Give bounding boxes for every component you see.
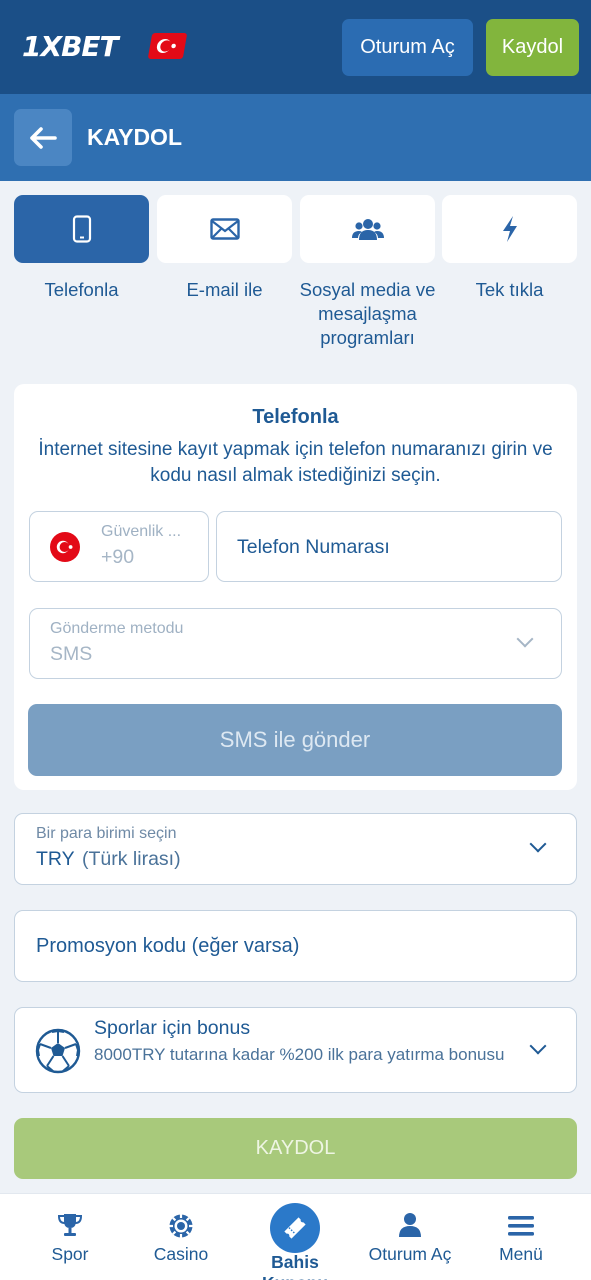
- register-button[interactable]: Kaydol: [486, 19, 579, 76]
- promo-code-placeholder: Promosyon kodu (eğer varsa): [36, 935, 300, 957]
- send-method-value: SMS: [50, 643, 93, 665]
- phone-number-input[interactable]: Telefon Numarası: [216, 511, 562, 582]
- chevron-down-icon: [529, 835, 547, 853]
- top-header: 1XBET Oturum Aç Kaydol: [0, 0, 591, 94]
- nav-label-sports: Spor: [51, 1244, 89, 1264]
- login-button[interactable]: Oturum Aç: [342, 19, 473, 76]
- country-code-value: +90: [101, 546, 135, 568]
- nav-item-login[interactable]: Oturum Aç: [351, 1194, 469, 1280]
- nav-label-bet-slip: Bahis Kuponu: [262, 1252, 328, 1280]
- phone-registration-card: Telefonla İnternet sitesine kayıt yapmak…: [14, 384, 577, 790]
- send-method-select[interactable]: Gönderme metodu SMS: [29, 608, 562, 679]
- nav-label-menu: Menü: [499, 1244, 543, 1264]
- users-icon: [351, 219, 384, 240]
- tab-email-label: E-mail ile: [186, 279, 263, 300]
- card-title: Telefonla: [252, 406, 339, 428]
- page-title: KAYDOL: [87, 124, 182, 150]
- phone-icon: [72, 215, 91, 243]
- tab-social-label: Sosyal media ve mesajlaşma programları: [299, 279, 436, 348]
- nav-item-sports[interactable]: Spor: [11, 1194, 129, 1280]
- send-method-label: Gönderme metodu: [50, 620, 184, 637]
- user-icon: [399, 1213, 421, 1237]
- chevron-down-icon: [529, 1037, 547, 1055]
- tab-social[interactable]: [300, 195, 435, 263]
- nav-label-login: Oturum Aç: [368, 1244, 452, 1264]
- currency-select[interactable]: Bir para birimi seçin TRY (Türk lirası): [14, 813, 577, 885]
- turkey-flag-round-icon: [50, 532, 80, 562]
- tab-phone[interactable]: [14, 195, 149, 263]
- tab-one-click-label: Tek tıkla: [475, 279, 544, 300]
- nav-label-casino: Casino: [153, 1244, 209, 1264]
- tab-phone-label: Telefonla: [44, 279, 119, 300]
- lightning-icon: [502, 216, 517, 242]
- brand-logo[interactable]: 1XBET: [22, 30, 119, 63]
- arrow-left-icon: [30, 126, 57, 149]
- nav-item-bet-slip[interactable]: Bahis Kuponu: [236, 1194, 354, 1280]
- submit-register-button[interactable]: KAYDOL: [14, 1118, 577, 1179]
- menu-icon: [508, 1216, 534, 1236]
- card-description: İnternet sitesine kayıt yapmak için tele…: [38, 439, 553, 486]
- casino-chip-icon: [169, 1214, 193, 1238]
- trophy-icon: [57, 1214, 83, 1236]
- send-sms-button[interactable]: SMS ile gönder: [28, 704, 562, 776]
- promo-code-input[interactable]: Promosyon kodu (eğer varsa): [14, 910, 577, 982]
- currency-label: Bir para birimi seçin: [36, 825, 177, 842]
- nav-item-casino[interactable]: Casino: [122, 1194, 240, 1280]
- back-button[interactable]: [14, 109, 72, 166]
- currency-name: (Türk lirası): [82, 848, 181, 870]
- soccer-ball-icon: [35, 1028, 81, 1074]
- bonus-description: 8000TRY tutarına kadar %200 ilk para yat…: [94, 1045, 505, 1064]
- nav-item-menu[interactable]: Menü: [462, 1194, 580, 1280]
- page-header: KAYDOL: [0, 94, 591, 181]
- ticket-icon: [270, 1203, 320, 1253]
- tab-one-click[interactable]: [442, 195, 577, 263]
- country-field-label: Güvenlik ...: [101, 523, 182, 540]
- bottom-navigation: Spor Casino Bahis Kuponu Oturum Aç: [0, 1193, 591, 1280]
- bonus-select[interactable]: Sporlar için bonus 8000TRY tutarına kada…: [14, 1007, 577, 1093]
- currency-code: TRY: [36, 848, 75, 870]
- phone-number-placeholder: Telefon Numarası: [237, 536, 390, 558]
- chevron-down-icon: [516, 630, 534, 648]
- country-code-select[interactable]: Güvenlik ... +90: [29, 511, 209, 582]
- mail-icon: [209, 218, 240, 240]
- tab-email[interactable]: [157, 195, 292, 263]
- turkey-flag-icon: [147, 33, 188, 59]
- bonus-title: Sporlar için bonus: [94, 1017, 251, 1039]
